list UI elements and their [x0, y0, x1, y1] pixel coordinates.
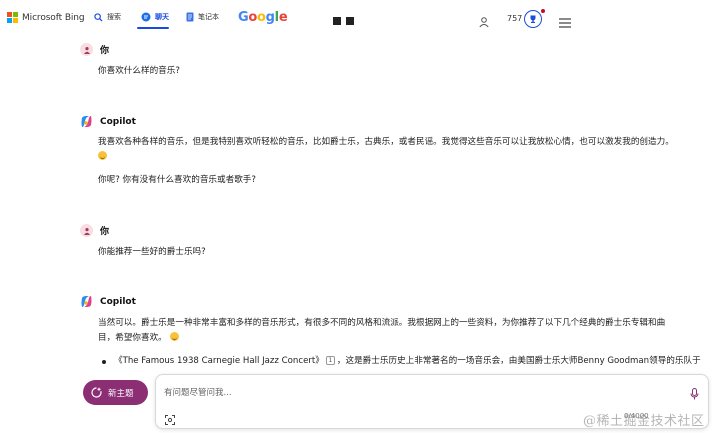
- user-message-text: 你喜欢什么样的音乐?: [98, 66, 180, 76]
- chat-icon: [141, 12, 151, 22]
- nav-notebook-label: 笔记本: [198, 13, 219, 21]
- copilot-name: Copilot: [100, 296, 136, 307]
- notification-dot: [541, 9, 545, 13]
- citation-badge[interactable]: 1: [325, 356, 335, 365]
- nav-chat[interactable]: 聊天: [141, 12, 169, 22]
- user-message-header: 你: [80, 224, 109, 237]
- watermark-text: @稀土掘金技术社区: [583, 414, 705, 429]
- user-message-text: 你能推荐一些好的爵士乐吗?: [98, 247, 206, 257]
- nav-search[interactable]: 搜索: [94, 12, 121, 22]
- copilot-text-line1: 当然可以。爵士乐是一种非常丰富和多样的音乐形式，有很多不同的风格和流派。我根据网…: [98, 318, 666, 328]
- hamburger-menu-icon[interactable]: [559, 13, 571, 32]
- album-title: 《The Famous 1938 Carnegie Hall Jazz Conc…: [114, 356, 324, 366]
- list-bullet: [102, 360, 106, 364]
- copilot-message-paragraph: 我喜欢各种各样的音乐，但是我特别喜欢听轻松的音乐，比如爵士乐，古典乐，或者民谣。…: [98, 135, 708, 165]
- copilot-logo-icon: [80, 295, 93, 308]
- profile-icon[interactable]: [478, 13, 490, 32]
- bing-logo[interactable]: Microsoft Bing: [7, 12, 85, 23]
- microsoft-logo-icon: [7, 12, 18, 23]
- trophy-icon[interactable]: [524, 10, 542, 28]
- user-avatar-icon: [80, 224, 93, 237]
- copilot-text-1: 我喜欢各种各样的音乐，但是我特别喜欢听轻松的音乐，比如爵士乐，古典乐，或者民谣。…: [98, 137, 674, 147]
- smile-emoji-icon: [98, 151, 107, 160]
- nav-notebook[interactable]: 笔记本: [186, 12, 219, 22]
- user-avatar-icon: [80, 43, 93, 56]
- search-icon: [94, 12, 103, 22]
- nav-chat-label: 聊天: [155, 13, 169, 21]
- user-name: 你: [100, 227, 110, 237]
- active-tab-indicator: [137, 27, 169, 29]
- new-topic-button[interactable]: 新主题: [83, 380, 148, 405]
- copilot-logo-icon: [80, 115, 93, 128]
- top-header: Microsoft Bing 搜索 聊天 笔记本 Google 757: [0, 0, 721, 38]
- new-topic-label: 新主题: [108, 388, 134, 399]
- copilot-message-header: Copilot: [80, 115, 136, 128]
- notebook-icon: [186, 12, 194, 22]
- microphone-icon[interactable]: [690, 385, 699, 404]
- smile-emoji-icon: [169, 332, 179, 341]
- brand-name: Microsoft Bing: [22, 12, 85, 23]
- copilot-text-line2: 目，希望你喜欢。: [98, 333, 167, 343]
- copilot-name: Copilot: [100, 116, 136, 127]
- copilot-message-question: 你呢? 你有没有什么喜欢的音乐或者歌手?: [98, 175, 256, 185]
- copilot-message-header: Copilot: [80, 295, 136, 308]
- visual-search-icon[interactable]: [165, 410, 175, 429]
- nav-search-label: 搜索: [107, 13, 121, 21]
- rewards-points[interactable]: 757: [507, 14, 522, 23]
- copilot-message-paragraph: 当然可以。爵士乐是一种非常丰富和多样的音乐形式，有很多不同的风格和流派。我根据网…: [98, 316, 710, 346]
- chat-input[interactable]: [164, 385, 674, 401]
- user-message-header: 你: [80, 43, 109, 56]
- google-logo[interactable]: Google: [238, 10, 288, 25]
- user-name: 你: [100, 46, 110, 56]
- album-description: ，这是爵士乐历史上非常著名的一场音乐会，由美国爵士乐大师Benny Goodma…: [336, 356, 701, 366]
- new-topic-icon: [91, 387, 102, 398]
- redacted-squares: [333, 17, 354, 25]
- album-list-item: 《The Famous 1938 Carnegie Hall Jazz Conc…: [114, 354, 714, 369]
